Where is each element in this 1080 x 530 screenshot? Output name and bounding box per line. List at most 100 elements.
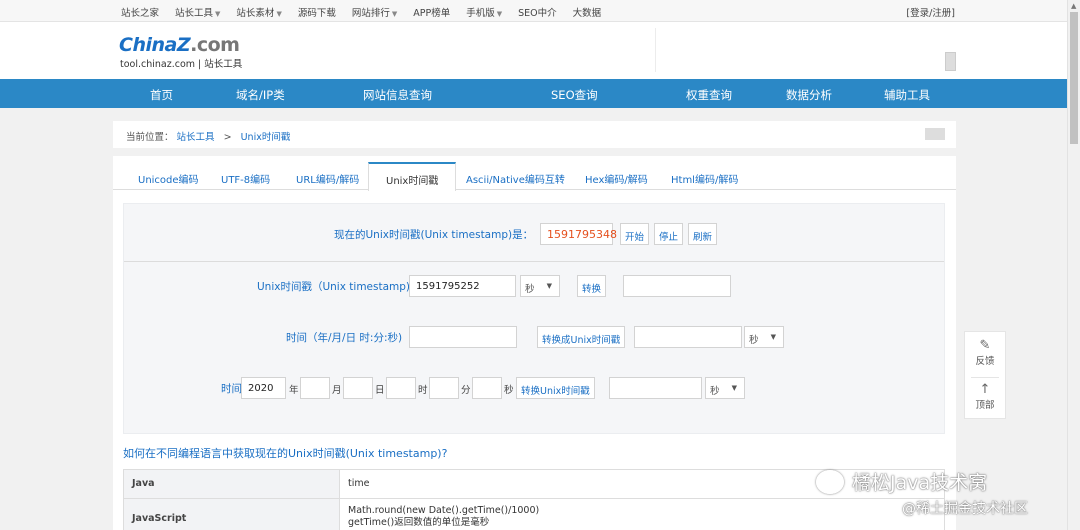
- scrollbar-thumb[interactable]: [1070, 12, 1078, 144]
- breadcrumb-badge: [925, 128, 945, 140]
- year-input[interactable]: 2020: [241, 377, 286, 399]
- datetime-input[interactable]: [409, 326, 517, 348]
- edit-icon: ✎: [979, 338, 991, 353]
- unit-select-3[interactable]: 秒 ▼: [705, 377, 745, 399]
- refresh-button[interactable]: 刷新: [688, 223, 718, 245]
- site-header: ChinaZ.com tool.chinaz.com | 站长工具: [0, 22, 1067, 79]
- now-timestamp-label: 现在的Unix时间戳(Unix timestamp)是：: [334, 229, 534, 241]
- unit-select-1-value: 秒: [525, 284, 535, 295]
- topnav-item[interactable]: 站长之家: [121, 5, 159, 19]
- topnav-item[interactable]: 源码下载: [298, 5, 336, 19]
- main-nav: 首页 域名/IP类 网站信息查询 SEO查询 权重查询 数据分析 辅助工具: [0, 79, 1067, 108]
- datetime-label: 时间（年/月/日 时:分:秒): [286, 332, 403, 344]
- convert-button[interactable]: 转换: [577, 275, 607, 297]
- hour-unit: 时: [418, 385, 428, 396]
- unit-select-2[interactable]: 秒 ▼: [744, 326, 784, 348]
- topnav-item[interactable]: 大数据: [573, 5, 602, 19]
- scroll-up-icon[interactable]: ▲: [1071, 2, 1076, 10]
- topnav-item[interactable]: 站长素材 ▼: [236, 5, 281, 19]
- topnav-item-label: 站长工具: [175, 8, 214, 19]
- back-to-top-label: 顶部: [975, 400, 995, 411]
- breadcrumb: 当前位置： 站长工具 > Unix时间戳: [113, 121, 956, 148]
- nav-domain-ip[interactable]: 域名/IP类: [236, 87, 285, 103]
- nav-data-analysis[interactable]: 数据分析: [786, 87, 832, 103]
- tab-hex[interactable]: Hex编码/解码: [585, 171, 648, 186]
- stop-button[interactable]: 停止: [654, 223, 684, 245]
- tab-html[interactable]: Html编码/解码: [671, 171, 738, 186]
- time-label: 时间: [221, 383, 242, 395]
- side-float-widget: ✎ 反馈 ↑ 顶部: [964, 331, 1006, 419]
- topnav-item-label: 站长素材: [236, 8, 275, 19]
- breadcrumb-current[interactable]: Unix时间戳: [241, 132, 291, 143]
- code-note: getTime()返回数值的单位是毫秒: [348, 517, 490, 528]
- tab-utf8[interactable]: UTF-8编码: [221, 171, 270, 186]
- second-input[interactable]: [472, 377, 502, 399]
- minute-input[interactable]: [429, 377, 459, 399]
- month-unit: 月: [332, 385, 342, 396]
- page-scrollbar[interactable]: ▲: [1067, 0, 1080, 530]
- topnav-item-label: APP榜单: [413, 8, 451, 19]
- watermark-line-2: @稀土掘金技术社区: [902, 501, 1028, 517]
- feedback-button[interactable]: ✎ 反馈: [965, 338, 1005, 367]
- logo-text: China: [119, 34, 177, 56]
- convert-result-1[interactable]: [623, 275, 731, 297]
- unit-select-3-value: 秒: [710, 386, 720, 397]
- logo-subtitle: tool.chinaz.com | 站长工具: [120, 59, 243, 70]
- nav-tools[interactable]: 辅助工具: [884, 87, 930, 103]
- topnav-item[interactable]: APP榜单: [413, 5, 450, 19]
- chevron-down-icon: ▼: [215, 10, 221, 18]
- chevron-down-icon: ▼: [496, 10, 503, 18]
- tab-ascii-native[interactable]: Ascii/Native编码互转: [466, 171, 565, 186]
- day-unit: 日: [375, 385, 385, 396]
- day-input[interactable]: [343, 377, 373, 399]
- start-button[interactable]: 开始: [620, 223, 650, 245]
- logo-z: Z: [176, 34, 191, 56]
- arrow-up-icon: ↑: [979, 382, 991, 397]
- convert-result-3[interactable]: [609, 377, 702, 399]
- wechat-icon: [816, 470, 844, 494]
- tool-tabs: Unicode编码 UTF-8编码 URL编码/解码 Unix时间戳 Ascii…: [113, 162, 956, 191]
- breadcrumb-prefix: 当前位置：: [126, 132, 174, 143]
- breadcrumb-separator: >: [223, 132, 232, 143]
- chevron-down-icon: ▼: [546, 282, 552, 290]
- unix-timestamp-label: Unix时间戳（Unix timestamp): [257, 281, 411, 293]
- unix-timestamp-input[interactable]: 1591795252: [409, 275, 516, 297]
- to-unix-timestamp-button[interactable]: 转换Unix时间戳: [516, 377, 595, 399]
- topnav-item[interactable]: SEO中介: [518, 5, 557, 19]
- tab-unicode[interactable]: Unicode编码: [138, 171, 199, 186]
- month-input[interactable]: [300, 377, 330, 399]
- chevron-down-icon: ▼: [770, 333, 776, 341]
- topnav-item-label: 大数据: [572, 8, 602, 19]
- table-cell-language: Java: [123, 469, 340, 499]
- feedback-label: 反馈: [975, 356, 995, 367]
- breadcrumb-link[interactable]: 站长工具: [177, 132, 215, 143]
- header-ad-scroll[interactable]: [945, 52, 956, 71]
- back-to-top-button[interactable]: ↑ 顶部: [965, 382, 1005, 411]
- nav-seo[interactable]: SEO查询: [551, 87, 598, 103]
- hour-input[interactable]: [386, 377, 416, 399]
- topnav-item[interactable]: 网站排行 ▼: [352, 5, 397, 19]
- nav-site-info[interactable]: 网站信息查询: [363, 87, 432, 103]
- minute-unit: 分: [461, 385, 471, 396]
- watermark-line-1: 橘松Java技术窝: [852, 472, 988, 494]
- site-logo[interactable]: ChinaZ.com: [119, 34, 240, 56]
- top-bar: 站长之家 站长工具 ▼ 站长素材 ▼ 源码下载 网站排行 ▼ APP榜单 手机版 ▼ SEO中介 大数据…: [0, 0, 1067, 22]
- tab-url[interactable]: URL编码/解码: [296, 171, 359, 186]
- to-unix-button[interactable]: 转换成Unix时间戳: [537, 326, 626, 348]
- tab-unix-timestamp[interactable]: Unix时间戳: [368, 162, 457, 191]
- nav-home[interactable]: 首页: [150, 87, 173, 103]
- nav-weight[interactable]: 权重查询: [686, 87, 732, 103]
- login-register-link[interactable]: [登录/注册]: [906, 5, 955, 19]
- now-timestamp-value: 1591795348: [540, 223, 617, 245]
- topnav-item-label: 站长之家: [121, 8, 160, 19]
- convert-result-2[interactable]: [634, 326, 742, 348]
- topnav-item[interactable]: 站长工具 ▼: [175, 5, 220, 19]
- second-unit: 秒: [504, 385, 514, 396]
- unit-select-1[interactable]: 秒 ▼: [520, 275, 560, 297]
- topnav-item-label: 网站排行: [351, 8, 390, 19]
- code-line: time: [348, 478, 370, 489]
- divider: [971, 377, 999, 378]
- topnav-item-label: SEO中介: [518, 8, 557, 19]
- topnav-item[interactable]: 手机版 ▼: [466, 5, 502, 19]
- top-nav: 站长之家 站长工具 ▼ 站长素材 ▼ 源码下载 网站排行 ▼ APP榜单 手机版 ▼ SEO中介 大数据: [121, 5, 601, 19]
